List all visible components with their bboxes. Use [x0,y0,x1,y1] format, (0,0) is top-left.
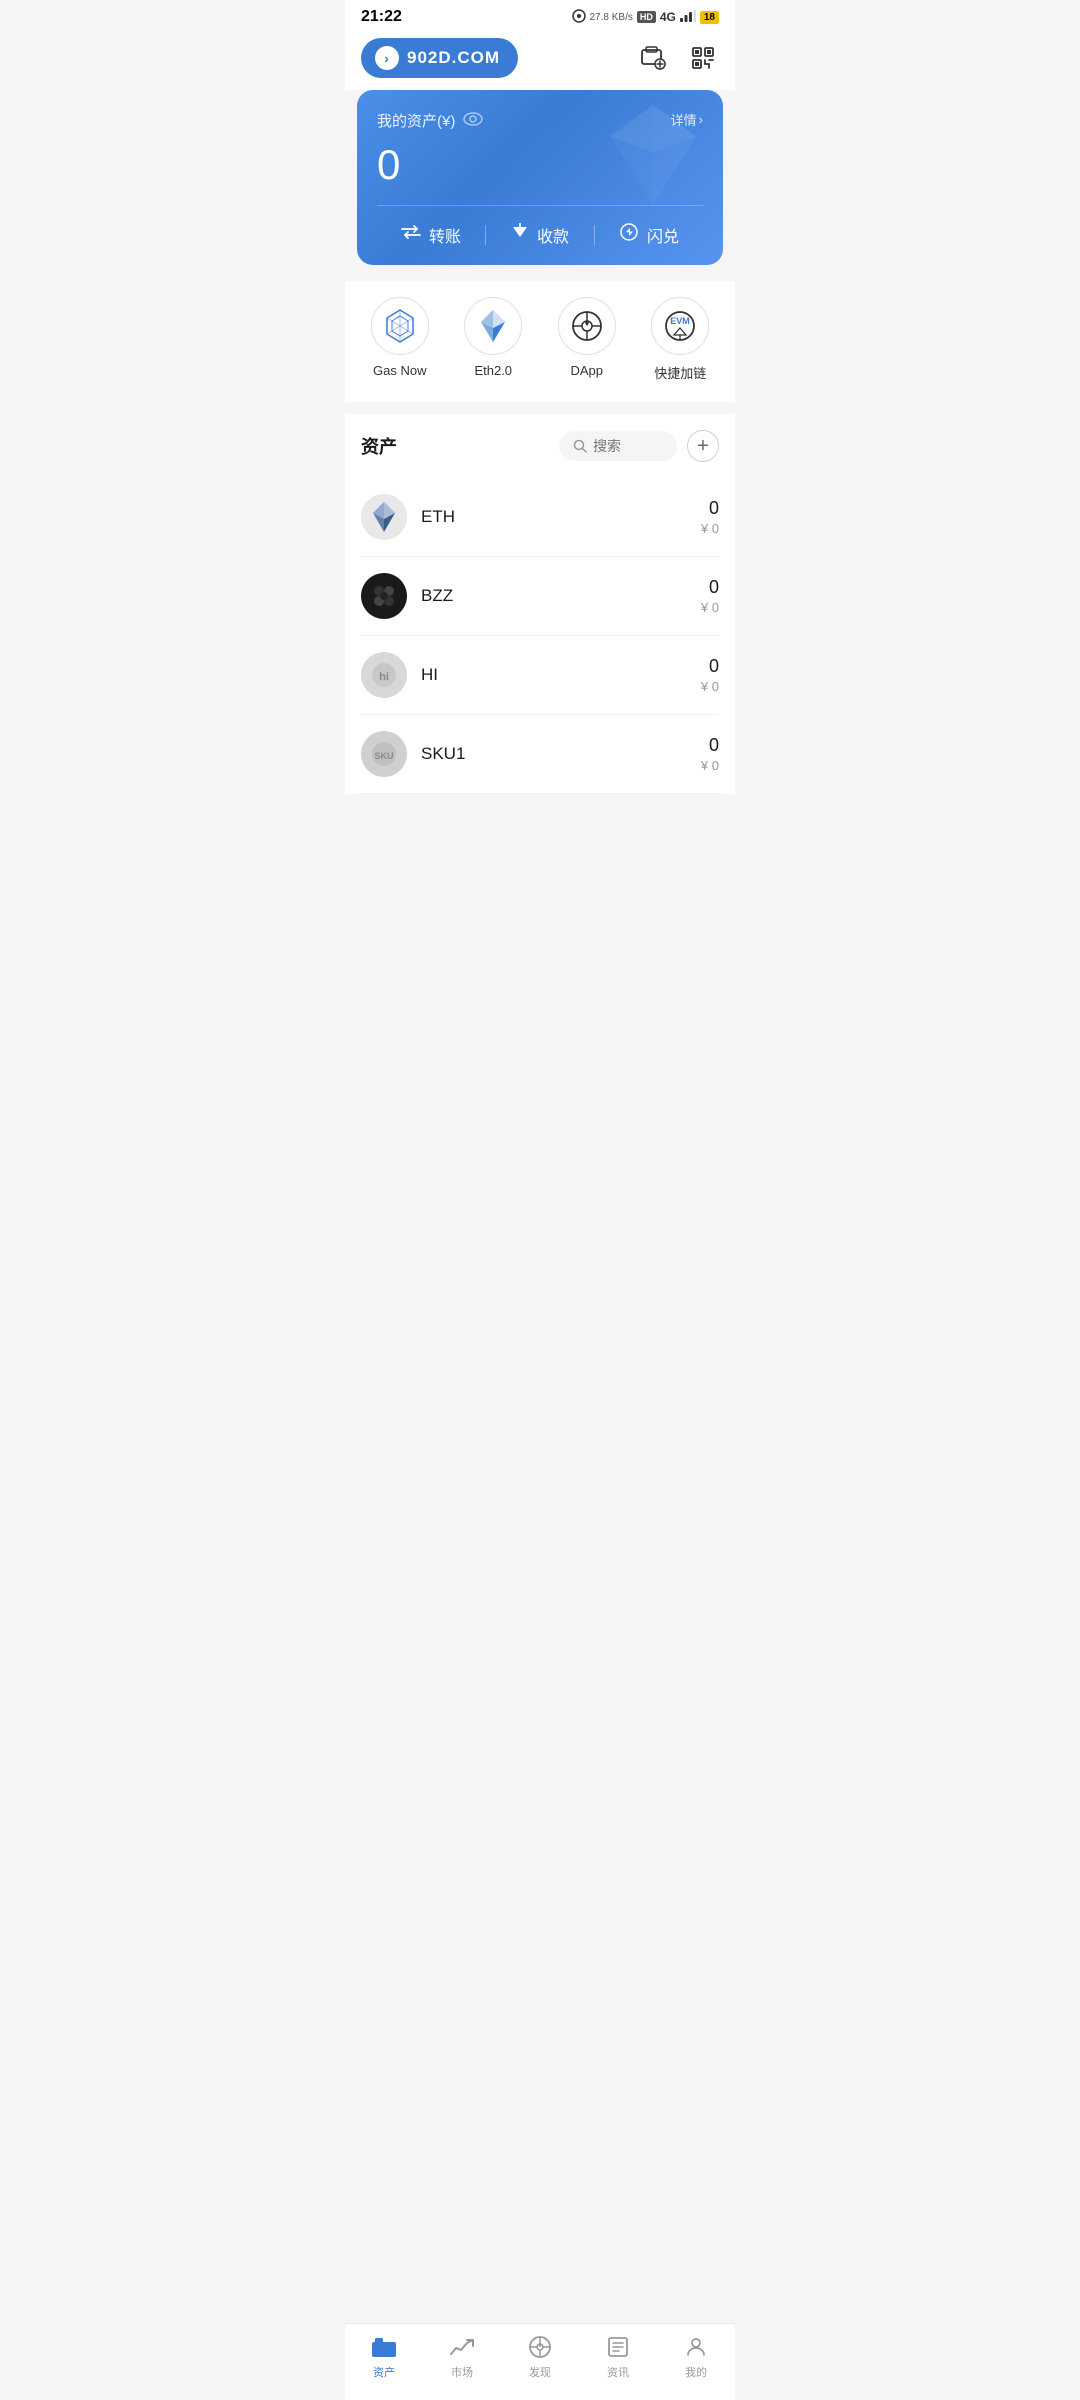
quick-icon-quick-chain[interactable]: EVM 快捷加链 [651,297,709,382]
network-indicator: 4G [660,10,676,24]
news-nav-icon [605,2334,631,2360]
flash-button[interactable]: 闪兑 [595,222,703,247]
transfer-button[interactable]: 转账 [377,223,485,247]
bzz-icon [361,573,407,619]
quick-icon-gas-now[interactable]: Gas Now [371,297,429,382]
eth2-label: Eth2.0 [474,363,512,378]
hi-values: 0 ¥ 0 [701,656,719,694]
bottom-navigation: 资产 市场 发现 [345,2323,735,2400]
sku1-icon: SKU [361,731,407,777]
battery-indicator: 18 [700,11,719,24]
mine-nav-icon [683,2334,709,2360]
logo-arrow-circle: › [375,46,399,70]
assets-section: 资产 + [345,414,735,794]
receive-label: 收款 [537,223,569,247]
eye-icon[interactable] [463,112,483,130]
asset-list-item-hi[interactable]: hi HI 0 ¥ 0 [361,636,719,715]
quick-icon-eth2[interactable]: Eth2.0 [464,297,522,382]
bzz-values: 0 ¥ 0 [701,577,719,615]
news-nav-label: 资讯 [607,2364,629,2380]
nav-item-discover[interactable]: 发现 [501,2334,579,2380]
receive-button[interactable]: 收款 [486,223,594,247]
search-input[interactable] [593,438,663,454]
market-nav-icon [449,2334,475,2360]
logo-button[interactable]: › 902D.COM [361,38,518,78]
svg-text:EVM: EVM [670,316,690,326]
eth-name: ETH [421,507,701,527]
bzz-name: BZZ [421,586,701,606]
asset-list-item-bzz[interactable]: BZZ 0 ¥ 0 [361,557,719,636]
header-actions [637,42,719,74]
transfer-label: 转账 [429,223,461,247]
gas-now-circle [371,297,429,355]
nav-item-market[interactable]: 市场 [423,2334,501,2380]
discover-nav-label: 发现 [529,2364,551,2380]
hi-cny: ¥ 0 [701,679,719,694]
sku1-amount: 0 [701,735,719,756]
sku1-values: 0 ¥ 0 [701,735,719,773]
speed-text: 27.8 KB/s [590,12,633,23]
asset-label: 我的资产(¥) [377,110,483,131]
speed-indicator [572,9,586,26]
sku1-cny: ¥ 0 [701,758,719,773]
bzz-amount: 0 [701,577,719,598]
quick-icon-dapp[interactable]: DApp [558,297,616,382]
eth-background-icon [603,100,703,215]
signal-bars [680,10,696,25]
nav-item-mine[interactable]: 我的 [657,2334,735,2380]
quick-chain-label: 快捷加链 [654,363,706,382]
quick-icons-section: Gas Now Eth2.0 [345,281,735,402]
market-nav-label: 市场 [451,2364,473,2380]
status-time: 21:22 [361,8,402,26]
dapp-label: DApp [570,363,603,378]
bzz-cny: ¥ 0 [701,600,719,615]
eth2-circle [464,297,522,355]
search-icon [573,439,587,453]
discover-nav-icon [527,2334,553,2360]
svg-text:SKU: SKU [374,751,393,761]
receive-icon [511,223,529,246]
eth-icon [361,494,407,540]
nav-item-assets[interactable]: 资产 [345,2334,423,2380]
hi-amount: 0 [701,656,719,677]
assets-nav-label: 资产 [373,2364,395,2380]
assets-title: 资产 [361,433,397,459]
add-asset-button[interactable]: + [687,430,719,462]
asset-list-item-eth[interactable]: ETH 0 ¥ 0 [361,478,719,557]
svg-text:hi: hi [379,671,389,683]
hi-name: HI [421,665,701,685]
app-header: › 902D.COM [345,30,735,90]
asset-card: 我的资产(¥) 详情 › [357,90,723,265]
search-bar: + [559,430,719,462]
sku1-name: SKU1 [421,744,701,764]
logo-text: 902D.COM [407,48,500,68]
eth-values: 0 ¥ 0 [701,498,719,536]
gas-now-label: Gas Now [373,363,426,378]
hd-badge: HD [637,11,656,23]
flash-label: 闪兑 [647,223,679,247]
status-bar: 21:22 27.8 KB/s HD 4G 18 [345,0,735,30]
assets-header: 资产 + [361,430,719,462]
search-input-wrap[interactable] [559,431,677,461]
hi-icon: hi [361,652,407,698]
assets-nav-icon [371,2334,397,2360]
eth-cny: ¥ 0 [701,521,719,536]
transfer-icon [401,224,421,245]
mine-nav-label: 我的 [685,2364,707,2380]
dapp-circle [558,297,616,355]
quick-chain-circle: EVM [651,297,709,355]
asset-list-item-sku1[interactable]: SKU SKU1 0 ¥ 0 [361,715,719,794]
status-icons: 27.8 KB/s HD 4G 18 [572,9,720,26]
scan-button[interactable] [687,42,719,74]
eth-amount: 0 [701,498,719,519]
nav-item-news[interactable]: 资讯 [579,2334,657,2380]
flash-icon [619,222,639,247]
add-wallet-button[interactable] [637,42,669,74]
